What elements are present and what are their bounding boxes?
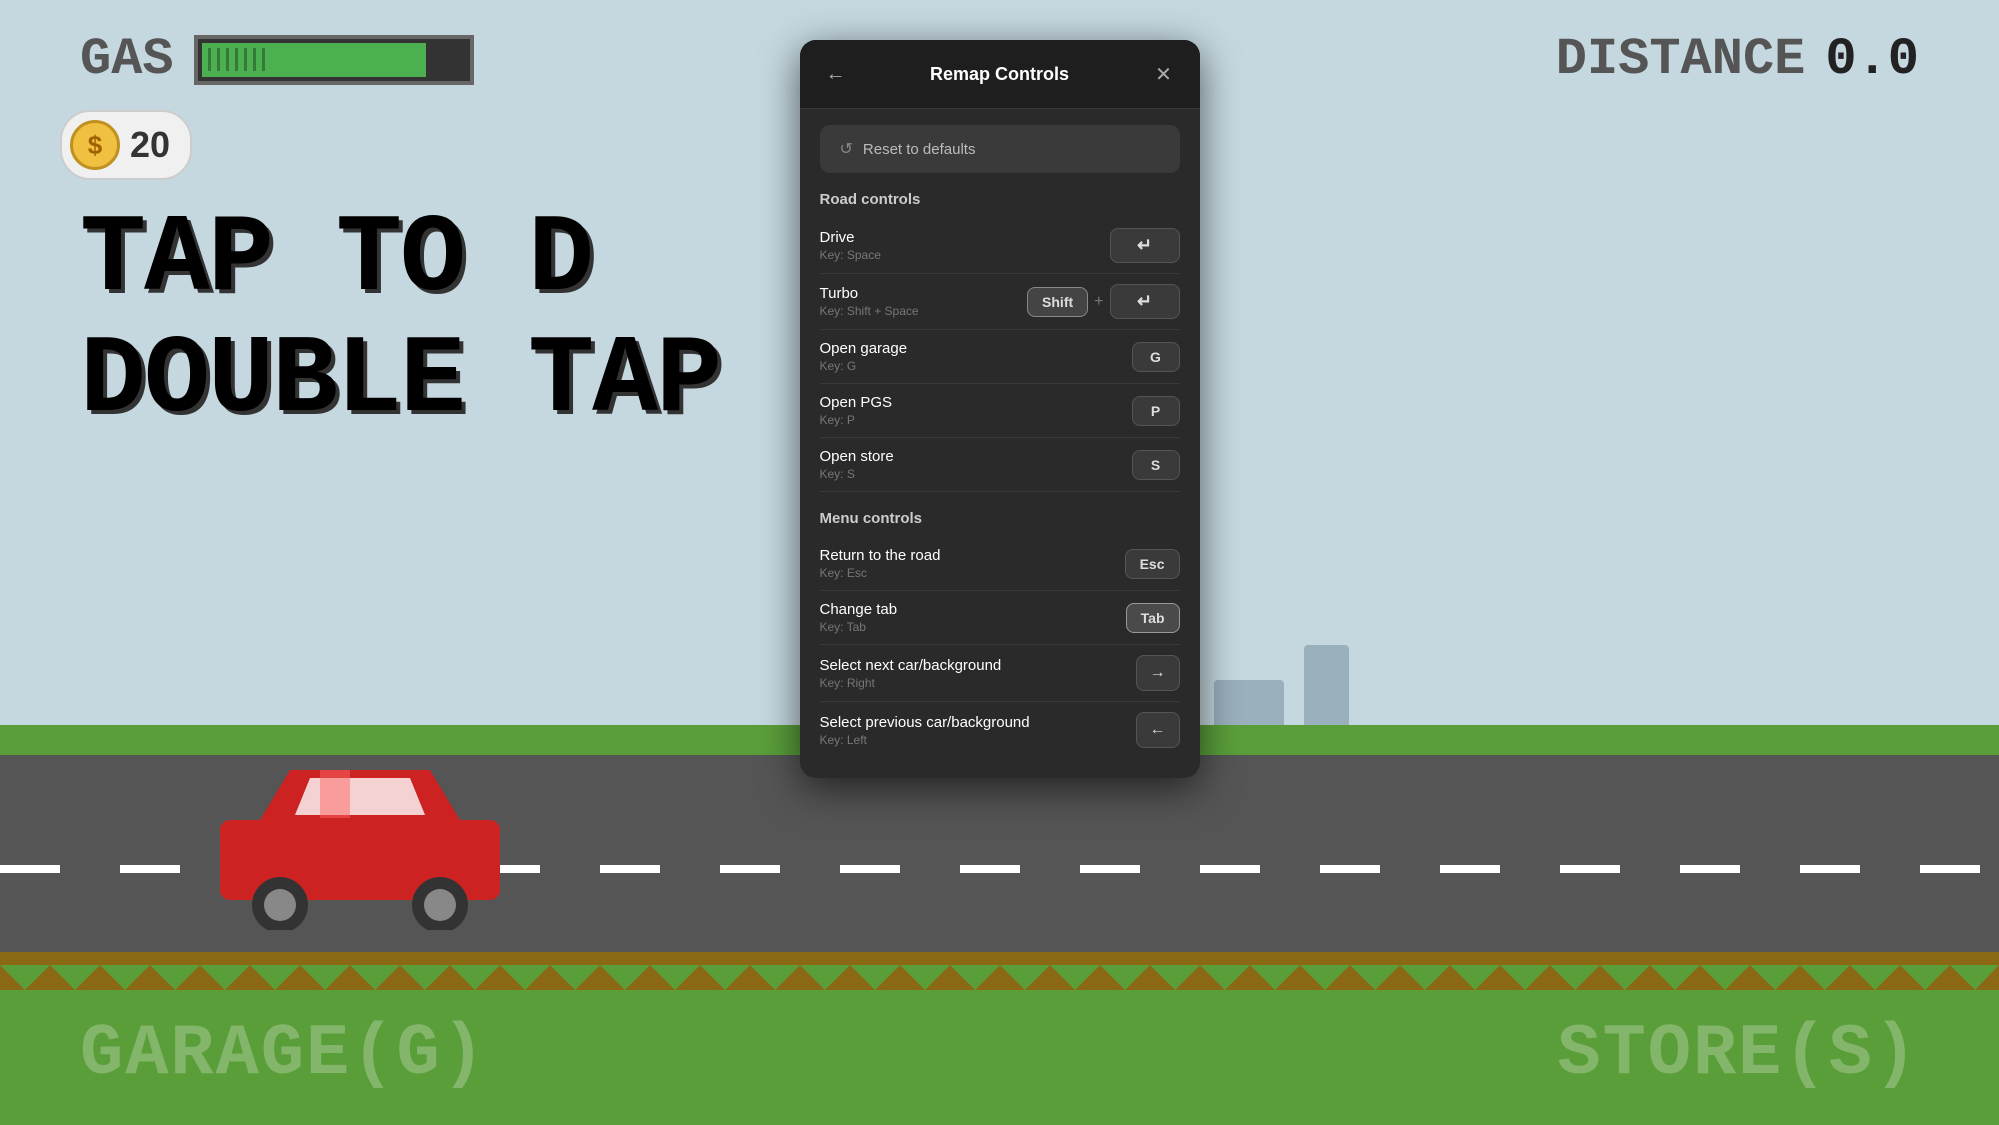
left-arrow-key[interactable]: ← xyxy=(1136,712,1180,748)
change-tab-control-name: Change tab xyxy=(820,601,898,618)
coin-icon: $ xyxy=(70,120,120,170)
esc-key[interactable]: Esc xyxy=(1125,549,1180,579)
turbo-key-binding: Shift + ↵ xyxy=(1027,284,1179,319)
turbo-shift-key[interactable]: Shift xyxy=(1027,287,1088,317)
tap-text: TAP TO D DOUBLE TAP xyxy=(80,200,720,442)
prev-car-control-info: Select previous car/background Key: Left xyxy=(820,714,1030,747)
modal-header: ← Remap Controls ✕ xyxy=(800,40,1200,109)
open-store-control-name: Open store xyxy=(820,448,894,465)
car xyxy=(200,750,520,930)
change-tab-key-binding: Tab xyxy=(1126,603,1180,633)
next-car-key-hint: Key: Right xyxy=(820,676,1002,690)
drive-key-binding: ↵ xyxy=(1110,228,1180,263)
reset-label: Reset to defaults xyxy=(863,141,976,158)
return-road-key-binding: Esc xyxy=(1125,549,1180,579)
coin-count: 20 xyxy=(130,124,170,166)
store-s-key[interactable]: S xyxy=(1132,450,1180,480)
open-pgs-control-row: Open PGS Key: P P xyxy=(820,384,1180,438)
return-road-control-row: Return to the road Key: Esc Esc xyxy=(820,537,1180,591)
next-car-control-name: Select next car/background xyxy=(820,657,1002,674)
turbo-key-hint: Key: Shift + Space xyxy=(820,304,919,318)
right-arrow-key[interactable]: → xyxy=(1136,655,1180,691)
distance-section: DISTANCE 0.0 xyxy=(1556,30,1919,89)
gas-section: GAS xyxy=(80,30,474,89)
return-road-control-info: Return to the road Key: Esc xyxy=(820,547,941,580)
open-store-key-binding: S xyxy=(1132,450,1180,480)
turbo-control-info: Turbo Key: Shift + Space xyxy=(820,285,919,318)
drive-control-row: Drive Key: Space ↵ xyxy=(820,218,1180,274)
gas-label: GAS xyxy=(80,30,174,89)
modal-title: Remap Controls xyxy=(852,64,1148,85)
open-garage-control-info: Open garage Key: G xyxy=(820,340,908,373)
turbo-space-key[interactable]: ↵ xyxy=(1110,284,1180,319)
garage-g-key[interactable]: G xyxy=(1132,342,1180,372)
drive-control-info: Drive Key: Space xyxy=(820,229,881,262)
open-store-control-row: Open store Key: S S xyxy=(820,438,1180,492)
prev-car-key-hint: Key: Left xyxy=(820,733,1030,747)
return-road-control-name: Return to the road xyxy=(820,547,941,564)
open-garage-key-binding: G xyxy=(1132,342,1180,372)
open-pgs-key-binding: P xyxy=(1132,396,1180,426)
prev-car-key-binding: ← xyxy=(1136,712,1180,748)
zigzag-pattern xyxy=(0,965,1999,990)
reset-icon: ↺ xyxy=(840,139,853,159)
open-garage-control-name: Open garage xyxy=(820,340,908,357)
prev-car-control-row: Select previous car/background Key: Left… xyxy=(820,702,1180,758)
distance-value: 0.0 xyxy=(1825,30,1919,89)
distance-label: DISTANCE xyxy=(1556,30,1806,89)
gas-bar xyxy=(194,35,474,85)
drive-control-name: Drive xyxy=(820,229,881,246)
garage-label: GARAGE(G) xyxy=(80,1013,487,1095)
turbo-control-name: Turbo xyxy=(820,285,919,302)
next-car-key-binding: → xyxy=(1136,655,1180,691)
open-garage-control-row: Open garage Key: G G xyxy=(820,330,1180,384)
change-tab-key-hint: Key: Tab xyxy=(820,620,898,634)
open-garage-key-hint: Key: G xyxy=(820,359,908,373)
open-pgs-control-info: Open PGS Key: P xyxy=(820,394,893,427)
back-button[interactable]: ← xyxy=(820,58,852,90)
change-tab-control-info: Change tab Key: Tab xyxy=(820,601,898,634)
reset-defaults-button[interactable]: ↺ Reset to defaults xyxy=(820,125,1180,173)
menu-controls-heading: Menu controls xyxy=(820,510,1180,527)
prev-car-control-name: Select previous car/background xyxy=(820,714,1030,731)
turbo-control-row: Turbo Key: Shift + Space Shift + ↵ xyxy=(820,274,1180,330)
open-pgs-key-hint: Key: P xyxy=(820,413,893,427)
pgs-p-key[interactable]: P xyxy=(1132,396,1180,426)
plus-sign: + xyxy=(1094,293,1103,311)
next-car-control-row: Select next car/background Key: Right → xyxy=(820,645,1180,702)
open-pgs-control-name: Open PGS xyxy=(820,394,893,411)
road-controls-heading: Road controls xyxy=(820,191,1180,208)
drive-space-key[interactable]: ↵ xyxy=(1110,228,1180,263)
drive-key-hint: Key: Space xyxy=(820,248,881,262)
open-store-key-hint: Key: S xyxy=(820,467,894,481)
coin-display: $ 20 xyxy=(60,110,192,180)
modal-body: ↺ Reset to defaults Road controls Drive … xyxy=(800,109,1200,778)
next-car-control-info: Select next car/background Key: Right xyxy=(820,657,1002,690)
bottom-labels: GARAGE(G) STORE(S) xyxy=(0,1013,1999,1095)
tab-key[interactable]: Tab xyxy=(1126,603,1180,633)
store-label: STORE(S) xyxy=(1557,1013,1919,1095)
remap-controls-modal: ← Remap Controls ✕ ↺ Reset to defaults R… xyxy=(800,40,1200,778)
change-tab-control-row: Change tab Key: Tab Tab xyxy=(820,591,1180,645)
open-store-control-info: Open store Key: S xyxy=(820,448,894,481)
gas-fill xyxy=(202,43,426,77)
close-button[interactable]: ✕ xyxy=(1148,58,1180,90)
return-road-key-hint: Key: Esc xyxy=(820,566,941,580)
